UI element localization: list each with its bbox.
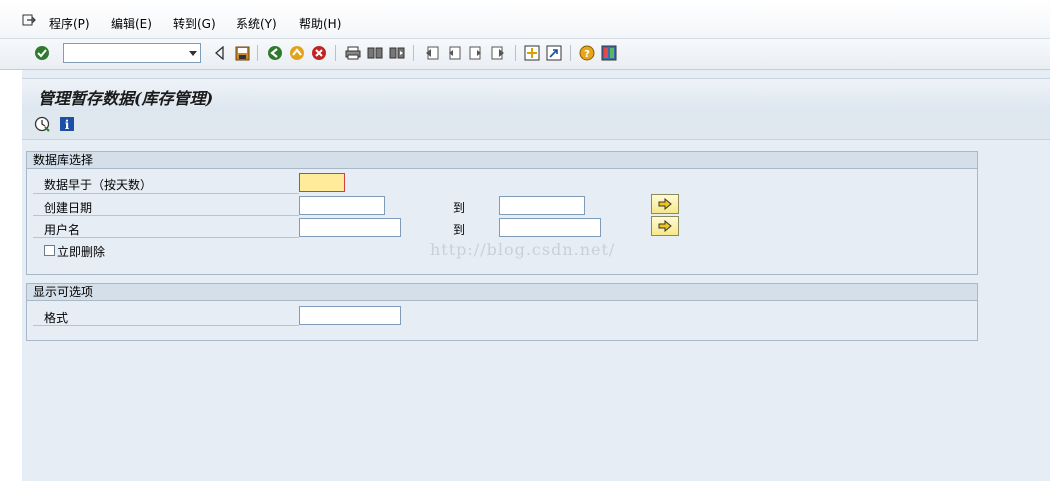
menu-edit[interactable]: 编辑(E) xyxy=(111,15,152,32)
created-on-to-input[interactable] xyxy=(500,197,584,214)
back-icon[interactable] xyxy=(211,44,229,62)
menu-goto[interactable]: 转到(G) xyxy=(173,15,216,32)
username-from-input[interactable] xyxy=(300,219,400,236)
created-on-from-input[interactable] xyxy=(300,197,384,214)
exit-icon[interactable] xyxy=(288,44,306,62)
to-label: 到 xyxy=(453,201,466,215)
next-page-icon[interactable] xyxy=(467,44,485,62)
layout-field[interactable] xyxy=(299,306,401,325)
delete-immediately-checkbox[interactable] xyxy=(44,245,55,256)
display-options-header: 显示可选项 xyxy=(27,284,977,301)
command-input[interactable] xyxy=(66,45,188,63)
last-page-icon[interactable] xyxy=(489,44,507,62)
chevron-down-icon[interactable] xyxy=(189,51,197,56)
execute-icon[interactable] xyxy=(33,115,51,133)
find-next-icon[interactable] xyxy=(388,44,406,62)
older-than-days-field[interactable] xyxy=(299,173,345,192)
delete-immediately-label: 立即删除 xyxy=(57,245,106,259)
help-icon[interactable]: ? xyxy=(578,44,596,62)
svg-text:?: ? xyxy=(584,49,590,60)
command-field[interactable] xyxy=(63,43,201,63)
database-selection-header: 数据库选择 xyxy=(27,152,977,169)
left-gutter xyxy=(0,70,22,481)
created-on-to-field[interactable] xyxy=(499,196,585,215)
username-label: 用户名 xyxy=(44,223,81,237)
layout-label: 格式 xyxy=(44,311,69,325)
application-toolbar: i xyxy=(22,111,1050,140)
watermark: http://blog.csdn.net/ xyxy=(430,240,616,259)
enter-icon[interactable] xyxy=(33,44,51,62)
display-options-group: 显示可选项 格式 xyxy=(26,283,978,341)
create-session-icon[interactable] xyxy=(523,44,541,62)
customize-layout-icon[interactable] xyxy=(600,44,618,62)
multiple-selection-button[interactable] xyxy=(651,194,679,214)
menu-program[interactable]: 程序(P) xyxy=(49,15,90,32)
info-icon[interactable]: i xyxy=(58,115,76,133)
save-icon[interactable] xyxy=(233,44,251,62)
username-to-input[interactable] xyxy=(500,219,600,236)
title-bar: 管理暂存数据(库存管理) xyxy=(22,78,1050,112)
created-on-label: 创建日期 xyxy=(44,201,93,215)
find-icon[interactable] xyxy=(366,44,384,62)
username-from-field[interactable] xyxy=(299,218,401,237)
cancel-icon[interactable] xyxy=(310,44,328,62)
menu-bar: 程序(P) 编辑(E) 转到(G) 系统(Y) 帮助(H) xyxy=(0,0,1050,39)
username-to-field[interactable] xyxy=(499,218,601,237)
older-than-days-input[interactable] xyxy=(300,174,344,191)
shortcut-icon[interactable] xyxy=(545,44,563,62)
created-on-from-field[interactable] xyxy=(299,196,385,215)
multiple-selection-button[interactable] xyxy=(651,216,679,236)
page-title: 管理暂存数据(库存管理) xyxy=(38,89,214,108)
to-label: 到 xyxy=(453,223,466,237)
print-icon[interactable] xyxy=(344,44,362,62)
svg-text:i: i xyxy=(65,118,70,132)
first-page-icon[interactable] xyxy=(423,44,441,62)
system-menu-icon[interactable] xyxy=(22,14,36,26)
menu-system[interactable]: 系统(Y) xyxy=(236,15,277,32)
layout-input[interactable] xyxy=(300,307,400,324)
main-content: 管理暂存数据(库存管理) i 数据库选择 数据早于（按天数） 创建日期 到 用户… xyxy=(22,70,1050,481)
menu-help[interactable]: 帮助(H) xyxy=(299,15,341,32)
back-green-icon[interactable] xyxy=(266,44,284,62)
older-than-label: 数据早于（按天数） xyxy=(44,178,153,192)
standard-toolbar: ? xyxy=(0,39,1050,70)
previous-page-icon[interactable] xyxy=(445,44,463,62)
